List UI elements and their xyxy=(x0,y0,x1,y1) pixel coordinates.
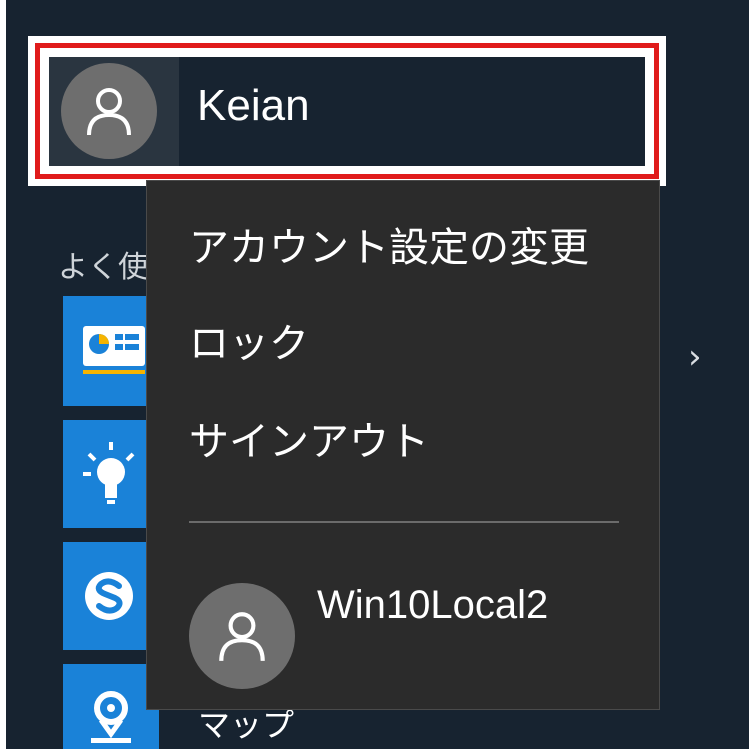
current-user-name: Keian xyxy=(197,81,310,130)
user-icon xyxy=(219,612,265,661)
app-tile-skype[interactable] xyxy=(63,542,159,650)
dashboard-app-icon xyxy=(83,326,145,374)
avatar xyxy=(61,63,157,159)
app-tile-dashboard[interactable] xyxy=(63,296,159,406)
maps-pin-icon xyxy=(91,691,131,743)
chevron-right-icon[interactable]: › xyxy=(688,337,702,377)
switch-user-item[interactable]: Win10Local2 xyxy=(187,579,627,689)
current-user-button[interactable]: Keian xyxy=(47,55,647,168)
avatar xyxy=(189,583,295,689)
menu-divider xyxy=(189,521,619,523)
menu-item-change-account-settings[interactable]: アカウント設定の変更 xyxy=(189,215,589,273)
user-avatar-cell xyxy=(49,57,179,166)
app-tile-tips[interactable] xyxy=(63,420,159,528)
other-account-name: Win10Local2 xyxy=(317,583,549,627)
menu-item-lock[interactable]: ロック xyxy=(189,311,309,369)
tips-lightbulb-icon xyxy=(83,442,135,504)
skype-icon xyxy=(85,572,133,620)
most-used-section-label: よく使 xyxy=(58,250,148,285)
user-icon xyxy=(87,88,131,136)
app-tile-maps[interactable] xyxy=(63,664,159,749)
menu-item-sign-out[interactable]: サインアウト xyxy=(189,409,429,467)
user-context-menu: アカウント設定の変更 ロック サインアウト Win10Local2 xyxy=(146,180,660,710)
